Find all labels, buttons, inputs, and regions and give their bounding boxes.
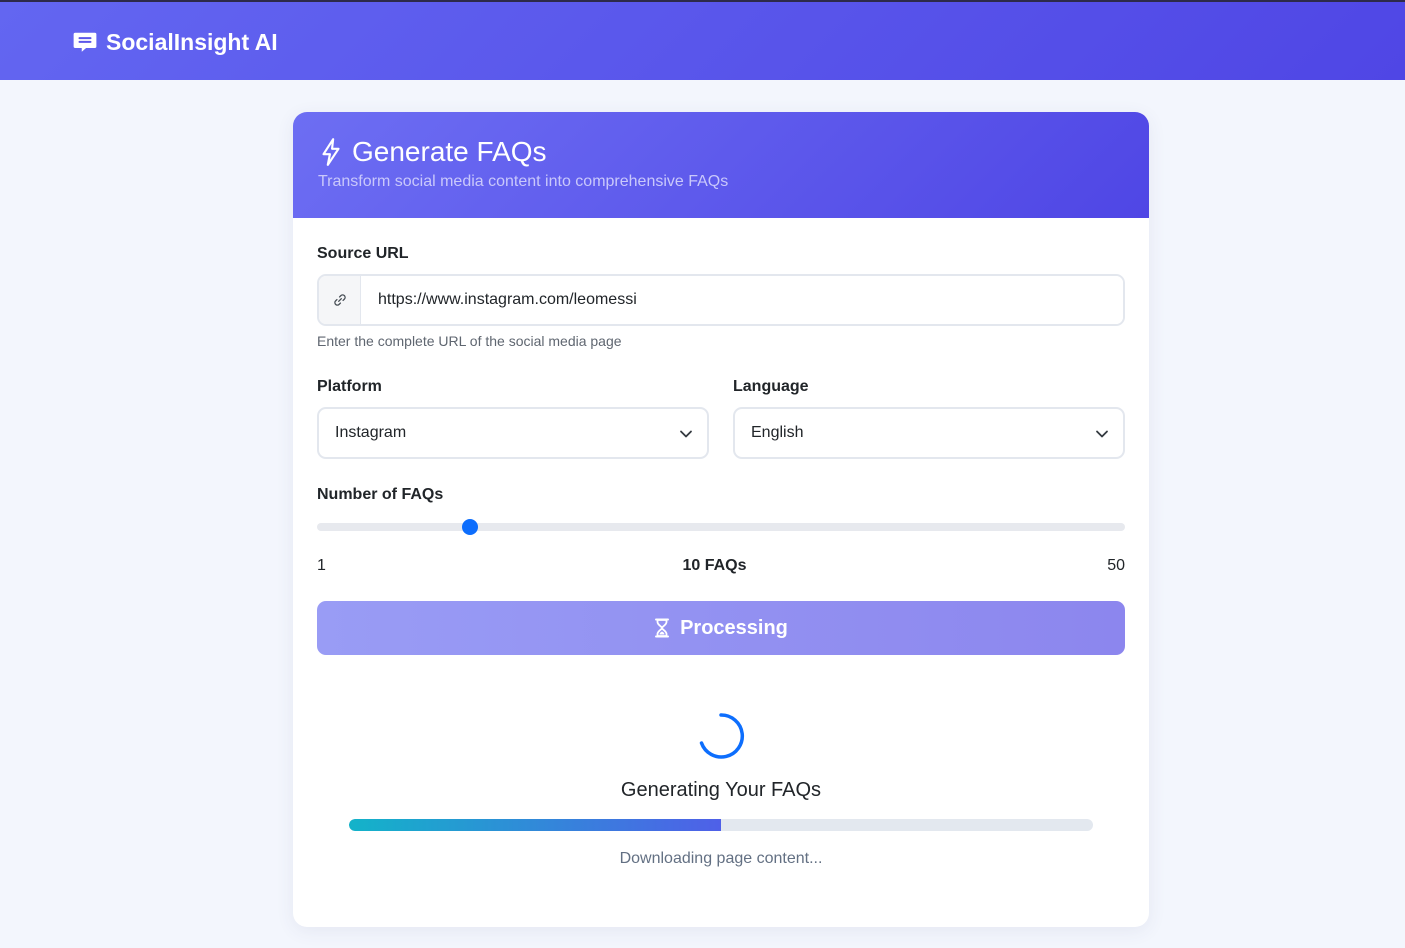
source-url-label: Source URL	[317, 245, 409, 262]
faq-count-label: Number of FAQs	[317, 486, 444, 503]
source-url-input[interactable]	[361, 276, 1123, 324]
generating-title: Generating Your FAQs	[620, 779, 822, 801]
processing-button-label: Processing	[680, 616, 788, 639]
chevron-down-icon	[1096, 430, 1108, 438]
brand-link[interactable]: SocialInsight AI	[72, 26, 278, 58]
progress-bar	[349, 819, 1093, 831]
slider-thumb[interactable]	[462, 519, 479, 535]
platform-selected-value: Instagram	[335, 424, 407, 441]
chevron-down-icon	[680, 430, 692, 438]
platform-label: Platform	[317, 378, 382, 395]
source-url-help: Enter the complete URL of the social med…	[317, 333, 622, 349]
card-title-text: Generate FAQs	[352, 136, 547, 167]
language-select[interactable]: English	[733, 407, 1125, 459]
platform-select[interactable]: Instagram	[317, 407, 709, 459]
progress-status-text: Downloading page content...	[619, 850, 823, 867]
loading-spinner	[699, 713, 745, 759]
card-title: Generate FAQs	[318, 136, 547, 168]
hourglass-icon	[655, 618, 670, 638]
faq-count-slider[interactable]	[317, 519, 1125, 535]
progress-bar-fill	[349, 819, 721, 831]
link-icon	[333, 294, 346, 306]
lightning-bolt-icon	[322, 138, 340, 166]
chat-message-icon	[73, 32, 97, 52]
generate-faq-card: Generate FAQs Transform social media con…	[293, 112, 1149, 927]
language-label: Language	[733, 378, 809, 395]
top-navbar: SocialInsight AI	[0, 0, 1405, 80]
card-subtitle: Transform social media content into comp…	[318, 173, 729, 190]
language-selected-value: English	[751, 424, 804, 441]
url-addon	[319, 276, 361, 324]
slider-value-label: 10 FAQs	[682, 557, 747, 574]
brand-name: SocialInsight AI	[106, 28, 278, 55]
card-header: Generate FAQs Transform social media con…	[293, 112, 1149, 218]
processing-button[interactable]: Processing	[317, 601, 1125, 655]
source-url-group	[317, 274, 1125, 326]
slider-max-label: 50	[1107, 557, 1125, 574]
